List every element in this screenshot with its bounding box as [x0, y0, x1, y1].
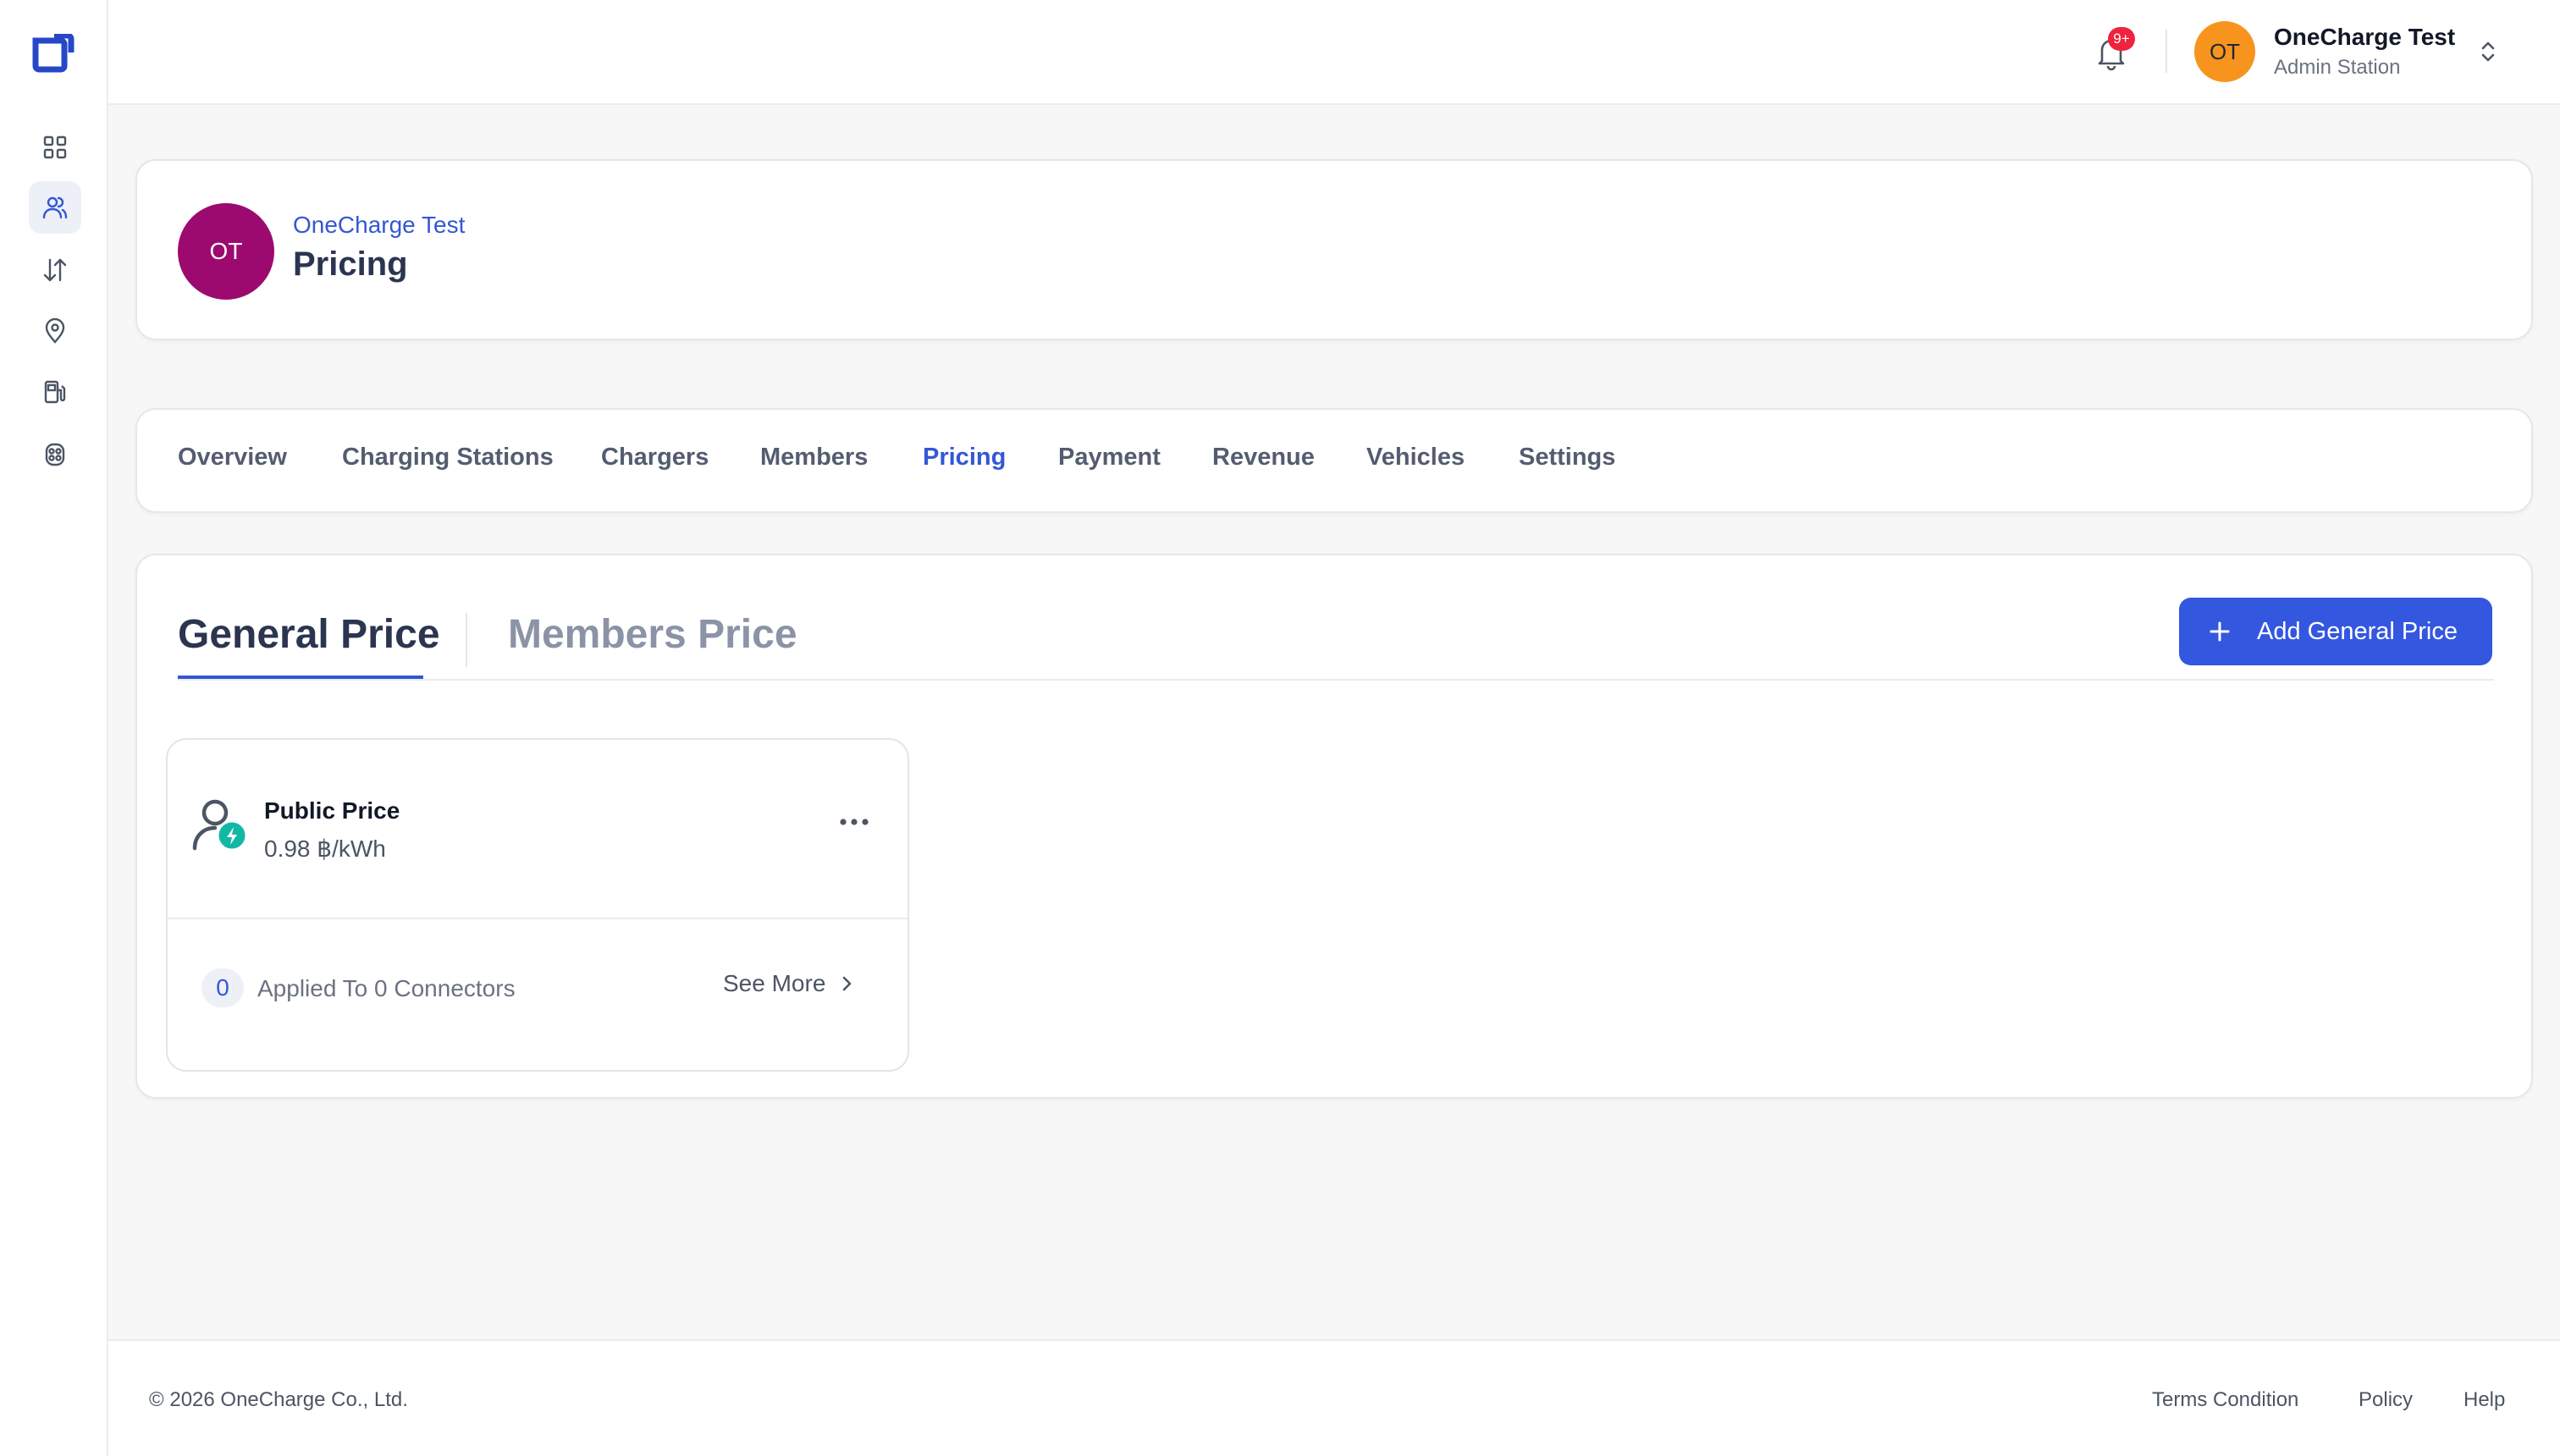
top-bar: [108, 0, 2560, 105]
ev-plug-icon: [45, 443, 65, 466]
footer-link-policy[interactable]: Policy: [2359, 1388, 2413, 1412]
user-name[interactable]: OneCharge Test: [2274, 24, 2455, 51]
price-card-divider: [168, 918, 908, 919]
more-options-icon[interactable]: [836, 809, 872, 835]
tab-members[interactable]: Members: [760, 444, 868, 472]
subtab-divider: [178, 679, 2494, 681]
sidebar-item-connectors[interactable]: [29, 428, 81, 481]
tab-charging-stations[interactable]: Charging Stations: [342, 444, 554, 472]
page-header-card: OT OneCharge Test Pricing: [135, 159, 2533, 340]
sidebar-item-charging-stations[interactable]: [29, 366, 81, 418]
chevron-right-icon: [843, 976, 852, 991]
see-more-link[interactable]: See More: [723, 970, 856, 997]
map-pin-icon: [45, 317, 65, 344]
footer: © 2026 OneCharge Co., Ltd. Terms Conditi…: [108, 1339, 2560, 1456]
user-charging-icon: [192, 799, 248, 852]
subtab-general-price[interactable]: General Price: [178, 611, 440, 658]
footer-link-terms[interactable]: Terms Condition: [2152, 1388, 2298, 1412]
chevron-up-down-icon[interactable]: [2477, 39, 2499, 64]
tab-revenue[interactable]: Revenue: [1212, 444, 1315, 472]
connector-count-badge: 0: [201, 968, 244, 1007]
sidebar-item-transactions[interactable]: [29, 244, 81, 296]
footer-link-help[interactable]: Help: [2463, 1388, 2505, 1412]
tab-settings[interactable]: Settings: [1519, 444, 1615, 472]
applied-connectors-text: Applied To 0 Connectors: [257, 975, 516, 1001]
users-icon: [42, 196, 68, 219]
sidebar: [0, 0, 108, 1456]
price-name: Public Price: [264, 797, 400, 824]
add-general-price-button[interactable]: Add General Price: [2179, 598, 2492, 665]
plus-icon: [2210, 621, 2230, 642]
sidebar-item-dashboard[interactable]: [29, 121, 81, 174]
price-card: Public Price 0.98 ฿/kWh 0 Applied To 0 C…: [166, 738, 909, 1072]
price-value: 0.98 ฿/kWh: [264, 836, 386, 862]
tab-payment[interactable]: Payment: [1058, 444, 1161, 472]
notification-count-badge: 9+: [2108, 27, 2135, 51]
arrows-up-down-icon: [43, 258, 67, 282]
add-general-price-label: Add General Price: [2257, 617, 2458, 645]
subtab-separator: [466, 613, 467, 667]
tab-pricing[interactable]: Pricing: [923, 444, 1006, 472]
sidebar-item-locations[interactable]: [29, 305, 81, 357]
pricing-content-card: General Price Members Price Add General …: [135, 554, 2533, 1099]
page-title: Pricing: [293, 245, 408, 283]
org-name-link[interactable]: OneCharge Test: [293, 212, 465, 239]
topbar-divider: [2166, 29, 2167, 73]
copyright-text: © 2026 OneCharge Co., Ltd.: [149, 1388, 408, 1411]
user-avatar[interactable]: OT: [2194, 21, 2255, 82]
charging-station-icon: [44, 380, 66, 404]
tab-vehicles[interactable]: Vehicles: [1366, 444, 1465, 472]
tab-overview[interactable]: Overview: [178, 444, 287, 472]
see-more-label: See More: [723, 970, 826, 996]
subtab-members-price[interactable]: Members Price: [508, 611, 797, 658]
user-role: Admin Station: [2274, 56, 2401, 79]
app-logo-icon[interactable]: [32, 34, 74, 73]
sidebar-item-users[interactable]: [29, 181, 81, 234]
tab-chargers[interactable]: Chargers: [601, 444, 709, 472]
grid-icon: [43, 135, 67, 159]
org-avatar: OT: [178, 203, 274, 300]
section-tabs: Overview Charging Stations Chargers Memb…: [135, 408, 2533, 513]
